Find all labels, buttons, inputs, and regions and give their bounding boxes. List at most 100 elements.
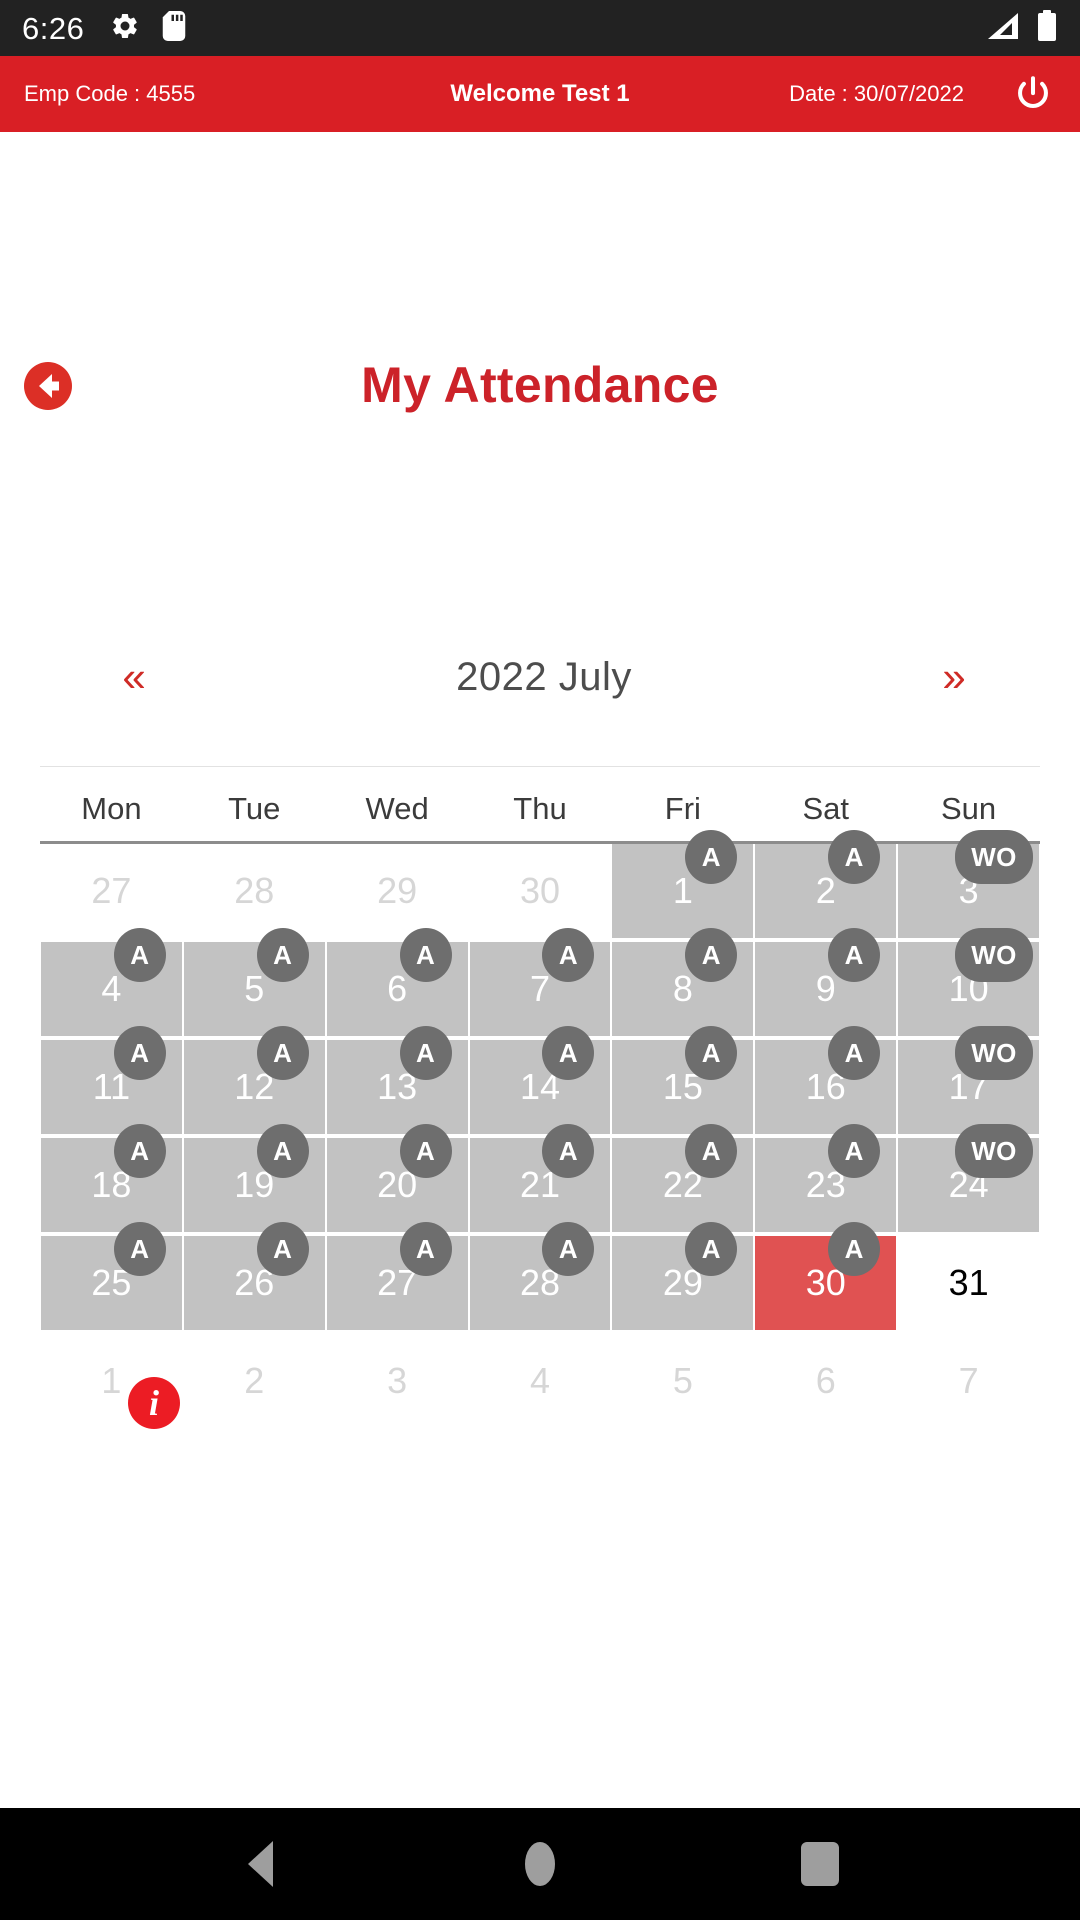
weekday-thu: Thu bbox=[513, 791, 567, 826]
calendar-day-number: 8 bbox=[672, 968, 693, 1009]
calendar-day-cell[interactable]: 21 A bbox=[469, 1124, 611, 1232]
android-status-bar: 6:26 bbox=[0, 0, 1080, 56]
calendar-day-cell[interactable]: 4 bbox=[470, 1334, 611, 1428]
calendar-day-cell[interactable]: 31 bbox=[898, 1236, 1039, 1330]
absent-badge: A bbox=[828, 1222, 881, 1276]
next-month-button[interactable]: » bbox=[918, 656, 990, 698]
calendar-day-cell[interactable]: 22 A bbox=[612, 1124, 754, 1232]
weekoff-badge: WO bbox=[955, 1026, 1034, 1080]
sd-card-icon bbox=[162, 10, 186, 46]
calendar-weeks: 27 28 29 30 1 A 2 A 3 WO 4 A 5 A 6 A 7 A 8 A 9 A 10 WO 11 A 12 A 13 A… bbox=[40, 830, 1040, 1432]
calendar-day-cell[interactable]: 7A bbox=[469, 928, 611, 1036]
calendar-day-number: 6 bbox=[387, 968, 408, 1009]
calendar-day-cell[interactable]: 18 A bbox=[41, 1124, 182, 1232]
calendar-day-cell[interactable]: 27 A bbox=[326, 1222, 468, 1330]
calendar-day-cell[interactable]: 12 A bbox=[183, 1026, 325, 1134]
weekday-wed: Wed bbox=[365, 791, 429, 826]
calendar-day-cell[interactable]: 13 A bbox=[326, 1026, 468, 1134]
absent-badge: A bbox=[828, 1124, 881, 1178]
calendar-day-number: 1 bbox=[101, 1360, 122, 1401]
calendar-day-number: 27 bbox=[91, 870, 132, 911]
calendar-day-cell[interactable]: 19 A bbox=[183, 1124, 325, 1232]
calendar-header: « 2022 July » bbox=[40, 632, 1040, 722]
calendar-day-cell[interactable]: 24 WO bbox=[898, 1124, 1040, 1232]
absent-badge: A bbox=[399, 1026, 452, 1080]
calendar-day-cell[interactable]: 25 A bbox=[41, 1222, 182, 1330]
absent-badge: A bbox=[256, 1026, 309, 1080]
calendar-day-number: 2 bbox=[815, 870, 836, 911]
calendar-day-cell[interactable]: 15 A bbox=[612, 1026, 754, 1134]
calendar-day-cell[interactable]: 10 WO bbox=[898, 928, 1040, 1036]
calendar-day-cell[interactable]: 27 bbox=[41, 844, 182, 938]
emp-code-label: Emp Code : 4555 bbox=[24, 81, 196, 106]
calendar-day-cell[interactable]: 7 bbox=[898, 1334, 1039, 1428]
calendar-day-cell[interactable]: 3 WO bbox=[898, 830, 1040, 938]
calendar-day-cell[interactable]: 11 A bbox=[41, 1026, 182, 1134]
absent-badge: A bbox=[828, 1026, 881, 1080]
calendar-day-cell[interactable]: 5 bbox=[612, 1334, 753, 1428]
calendar-day-cell[interactable]: 28 A bbox=[469, 1222, 611, 1330]
calendar-day-cell[interactable]: 30 A bbox=[755, 1222, 897, 1330]
absent-badge: A bbox=[542, 1222, 595, 1276]
weekoff-badge: WO bbox=[955, 928, 1034, 982]
calendar-day-number: 5 bbox=[672, 1360, 693, 1401]
calendar-day-number: 1 bbox=[672, 870, 693, 911]
calendar-day-number: 6 bbox=[815, 1360, 836, 1401]
back-nav-icon[interactable] bbox=[225, 1829, 295, 1899]
info-icon[interactable]: i bbox=[128, 1377, 180, 1429]
page-title-row: My Attendance bbox=[0, 357, 1080, 436]
calendar-week-row: 25 A 26 A 27 A 28 A 29 A 30 A 31 bbox=[40, 1222, 1040, 1334]
attendance-calendar: « 2022 July » Mon Tue Wed Thu Fri Sat Su… bbox=[40, 632, 1040, 1432]
calendar-day-cell[interactable]: 3 bbox=[327, 1334, 468, 1428]
calendar-day-number: 30 bbox=[519, 870, 561, 911]
home-nav-icon[interactable] bbox=[505, 1829, 575, 1899]
weekday-fri: Fri bbox=[664, 791, 701, 826]
prev-month-button[interactable]: « bbox=[98, 656, 170, 698]
calendar-month-title: 2022 July bbox=[456, 654, 632, 699]
weekoff-badge: WO bbox=[955, 830, 1034, 884]
calendar-day-cell[interactable]: 29 bbox=[327, 844, 468, 938]
calendar-day-cell[interactable]: 8A bbox=[612, 928, 754, 1036]
calendar-week-row: 18 A 19 A 20 A 21 A 22 A 23 A 24 WO bbox=[40, 1124, 1040, 1236]
weekoff-badge: WO bbox=[955, 1124, 1034, 1178]
calendar-day-cell[interactable]: 5A bbox=[183, 928, 325, 1036]
calendar-day-cell[interactable]: 23 A bbox=[755, 1124, 897, 1232]
calendar-day-cell[interactable]: 14 A bbox=[469, 1026, 611, 1134]
calendar-day-cell[interactable]: 6A bbox=[326, 928, 468, 1036]
calendar-day-cell[interactable]: 2A bbox=[755, 830, 897, 938]
calendar-day-cell[interactable]: 30 bbox=[470, 844, 611, 938]
absent-badge: A bbox=[685, 1026, 738, 1080]
absent-badge: A bbox=[685, 1222, 738, 1276]
absent-badge: A bbox=[828, 928, 881, 982]
absent-badge: A bbox=[685, 1124, 738, 1178]
calendar-day-cell[interactable]: 1A bbox=[612, 830, 754, 938]
calendar-day-cell[interactable]: 17 WO bbox=[898, 1026, 1040, 1134]
calendar-day-cell[interactable]: 16 A bbox=[755, 1026, 897, 1134]
calendar-day-cell[interactable]: 29 A bbox=[612, 1222, 754, 1330]
calendar-day-cell[interactable]: 2 bbox=[184, 1334, 325, 1428]
calendar-day-cell[interactable]: 20 A bbox=[326, 1124, 468, 1232]
calendar-day-cell[interactable]: 4A bbox=[41, 928, 182, 1036]
absent-badge: A bbox=[113, 1124, 166, 1178]
page-content: My Attendance « 2022 July » Mon Tue Wed … bbox=[0, 132, 1080, 1808]
absent-badge: A bbox=[256, 1222, 309, 1276]
weekday-tue: Tue bbox=[228, 791, 281, 826]
calendar-week-row: 4 A 5 A 6 A 7 A 8 A 9 A 10 WO bbox=[40, 928, 1040, 1040]
absent-badge: A bbox=[113, 1026, 166, 1080]
absent-badge: A bbox=[399, 1124, 452, 1178]
gear-icon bbox=[110, 11, 140, 46]
calendar-day-cell[interactable]: 26 A bbox=[183, 1222, 325, 1330]
calendar-day-cell[interactable]: 9A bbox=[755, 928, 897, 1036]
power-icon[interactable] bbox=[1010, 71, 1056, 117]
calendar-day-number: 9 bbox=[815, 968, 836, 1009]
absent-badge: A bbox=[542, 1124, 595, 1178]
recents-nav-icon[interactable] bbox=[785, 1829, 855, 1899]
calendar-week-row: 1 2 3 4 5 6 7 bbox=[40, 1334, 1040, 1432]
calendar-day-number: 2 bbox=[244, 1360, 265, 1401]
calendar-day-cell[interactable]: 6 bbox=[755, 1334, 896, 1428]
absent-badge: A bbox=[113, 1222, 166, 1276]
calendar-week-row: 11 A 12 A 13 A 14 A 15 A 16 A 17 WO bbox=[40, 1026, 1040, 1138]
app-screen: 6:26 Emp Code: 4555 Welcome Test 1 Date… bbox=[0, 0, 1080, 1920]
signal-icon bbox=[986, 11, 1020, 46]
calendar-day-cell[interactable]: 28 bbox=[184, 844, 325, 938]
